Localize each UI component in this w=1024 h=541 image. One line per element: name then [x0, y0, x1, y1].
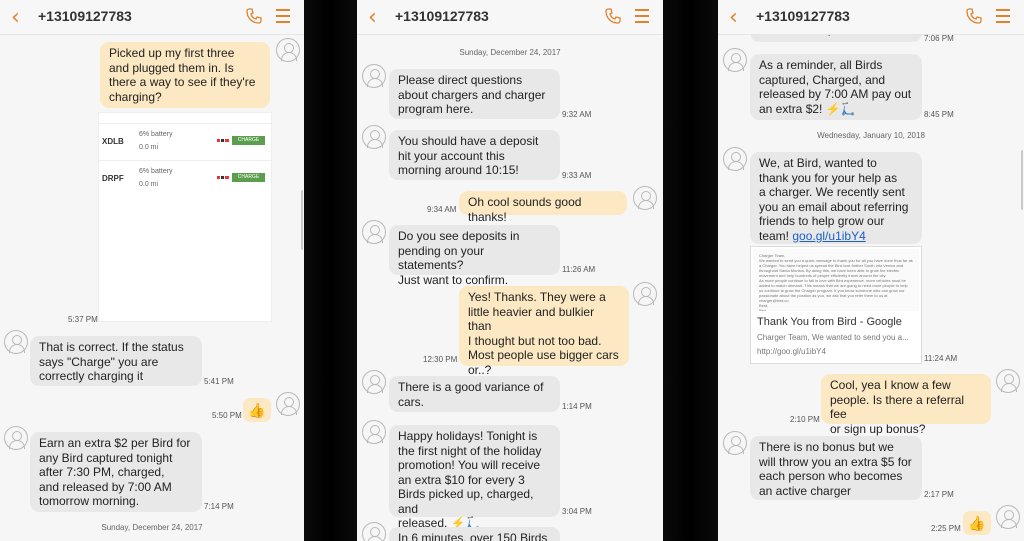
avatar — [362, 522, 386, 541]
back-icon[interactable]: ‹ — [729, 5, 738, 30]
timestamp: 3:04 PM — [562, 507, 592, 516]
back-icon[interactable]: ‹ — [368, 5, 377, 30]
avatar — [723, 431, 747, 455]
message-received: There is a good variance of cars. — [389, 376, 560, 412]
conversation-panel-1: ‹ +13109127783 Picked up my first three … — [0, 0, 304, 541]
conversation-panel-2: ‹ +13109127783 Sunday, December 24, 2017… — [357, 0, 663, 541]
contact-number: +13109127783 — [395, 8, 489, 24]
timestamp: 9:33 AM — [562, 171, 592, 180]
back-icon[interactable]: ‹ — [11, 5, 20, 30]
link-preview-url: http://goo.gl/u1ibY4 — [757, 347, 826, 356]
date-separator: Sunday, December 24, 2017 — [101, 523, 203, 532]
timestamp: 7:14 PM — [204, 502, 234, 511]
timestamp: 2:10 PM — [790, 415, 820, 424]
message-received: You should have a deposit hit your accou… — [389, 130, 560, 180]
header: ‹ +13109127783 — [0, 0, 304, 35]
message-received: That is correct. If the status says "Cha… — [30, 336, 202, 386]
avatar — [362, 370, 386, 394]
link-preview-card[interactable]: Charger Team, We wanted to send you a qu… — [750, 246, 922, 364]
avatar — [633, 282, 657, 306]
avatar — [996, 369, 1020, 393]
referral-link[interactable]: goo.gl/u1ibY4 — [792, 229, 865, 243]
thumbs-up-icon: 👍 — [243, 398, 271, 422]
timestamp: 9:32 AM — [562, 110, 592, 119]
date-separator: Wednesday, January 10, 2018 — [817, 131, 925, 140]
link-preview-title: Thank You from Bird - Google — [757, 316, 902, 328]
avatar — [4, 426, 28, 450]
header: ‹ +13109127783 — [357, 0, 663, 35]
avatar — [362, 420, 386, 444]
avatar — [633, 186, 657, 210]
menu-icon[interactable] — [996, 9, 1010, 27]
conversation-panel-3: out an extra $2! ‹ +13109127783 7:06 PM … — [718, 0, 1024, 541]
message-received: We, at Bird, wanted to thank you for you… — [750, 152, 922, 244]
timestamp: 11:26 AM — [562, 265, 596, 274]
timestamp: 12:30 PM — [423, 355, 458, 364]
timestamp: 8:45 PM — [924, 110, 954, 119]
avatar — [723, 147, 747, 171]
contact-number: +13109127783 — [756, 8, 850, 24]
phone-icon[interactable] — [605, 8, 621, 24]
message-received: Do you see deposits in pending on your s… — [389, 225, 560, 287]
scrollbar[interactable] — [1021, 150, 1023, 210]
menu-icon[interactable] — [276, 9, 290, 27]
avatar — [996, 505, 1020, 529]
timestamp: 2:25 PM — [931, 524, 961, 533]
menu-icon[interactable] — [635, 9, 649, 27]
avatar — [4, 330, 28, 354]
separator — [663, 0, 718, 541]
phone-icon[interactable] — [966, 8, 982, 24]
message-received: As a reminder, all Birds captured, Charg… — [750, 54, 922, 120]
separator — [304, 0, 357, 541]
avatar — [362, 125, 386, 149]
message-received: There is no bonus but we will throw you … — [750, 436, 922, 500]
scooter-row: DRPF 6% battery 0.0 mi CHARGE — [99, 160, 271, 196]
link-preview-image: Charger Team, We wanted to send you a qu… — [753, 249, 919, 311]
date-separator: Sunday, December 24, 2017 — [459, 48, 561, 57]
message-sent: Oh cool sounds good thanks! — [459, 191, 627, 224]
message-sent: Picked up my first three and plugged the… — [100, 42, 270, 108]
message-received: Earn an extra $2 per Bird for any Bird c… — [30, 432, 202, 512]
message-received: Please direct questions about chargers a… — [389, 69, 560, 119]
thumbs-up-icon: 👍 — [963, 511, 991, 535]
timestamp: 5:37 PM — [68, 315, 98, 324]
message-sent: Yes! Thanks. They were a little heavier … — [459, 286, 629, 377]
timestamp: 2:17 PM — [924, 490, 954, 499]
timestamp: 9:34 AM — [427, 205, 457, 214]
contact-number: +13109127783 — [38, 8, 132, 24]
message-received: Happy holidays! Tonight is the first nig… — [389, 425, 560, 530]
timestamp: 7:06 PM — [924, 34, 954, 43]
avatar — [362, 64, 386, 88]
avatar — [276, 38, 300, 62]
timestamp: 5:50 PM — [212, 411, 242, 420]
avatar — [362, 220, 386, 244]
image-attachment[interactable]: XDLB 6% battery 0.0 mi CHARGE DRPF 6% batter… — [98, 112, 272, 322]
timestamp: 11:24 AM — [924, 354, 958, 363]
message-received: In 6 minutes, over 150 Birds — [389, 527, 560, 541]
timestamp: 1:14 PM — [562, 402, 592, 411]
avatar — [723, 48, 747, 72]
phone-icon[interactable] — [246, 8, 262, 24]
link-preview-description: Charger Team, We wanted to send you a... — [757, 333, 909, 342]
header: ‹ +13109127783 — [718, 0, 1024, 35]
message-sent: Cool, yea I know a few people. Is there … — [821, 374, 991, 436]
timestamp: 5:41 PM — [204, 377, 234, 386]
scooter-row: XDLB 6% battery 0.0 mi CHARGE — [99, 123, 271, 159]
scrollbar[interactable] — [301, 190, 303, 250]
avatar — [276, 392, 300, 416]
